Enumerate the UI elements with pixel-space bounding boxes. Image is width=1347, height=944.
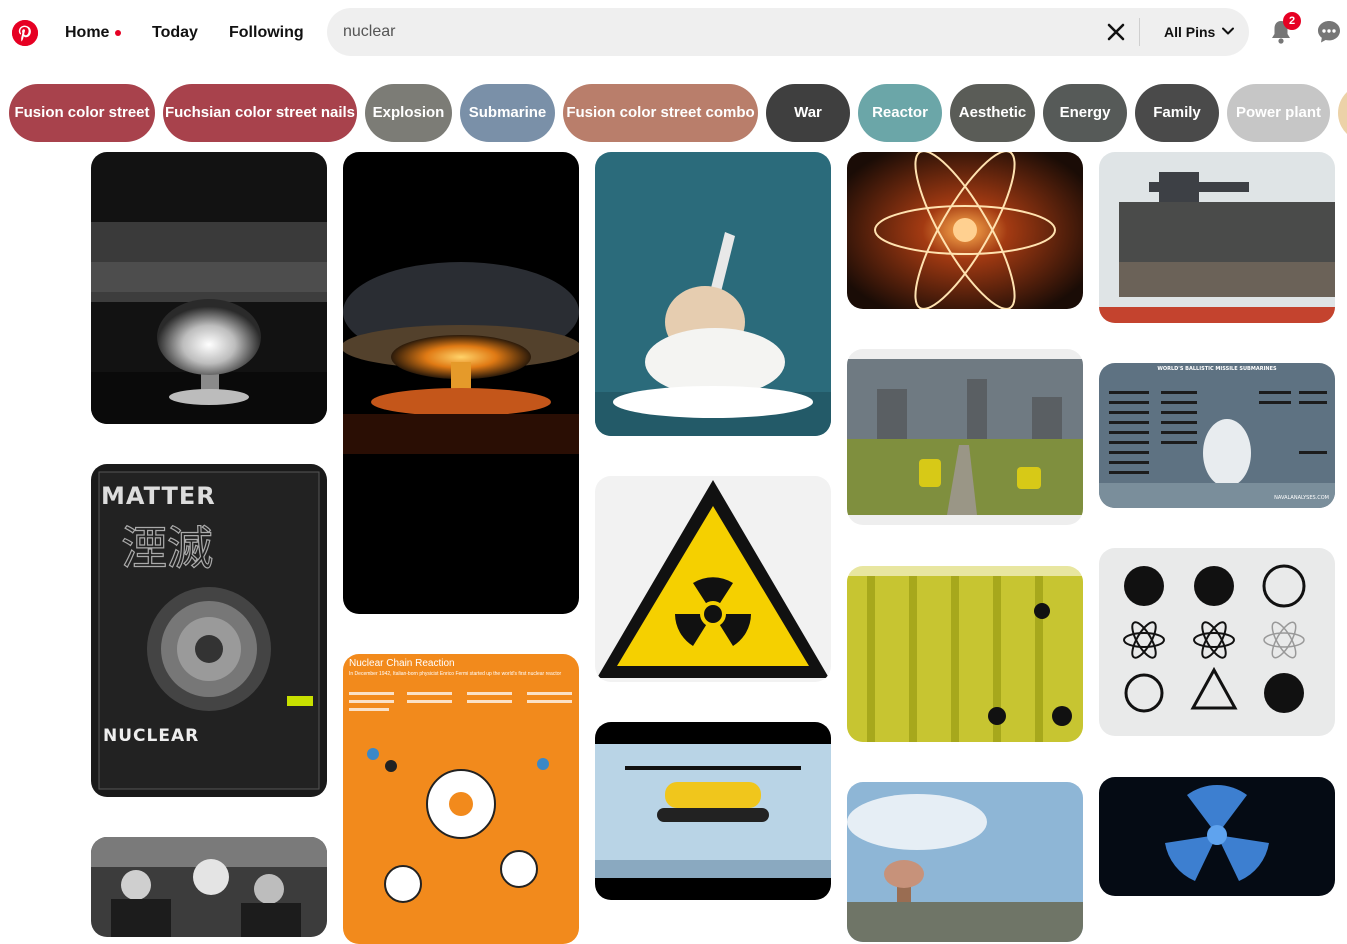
pill-aesthetic[interactable]: Aesthetic [950, 84, 1035, 142]
top-header: Home Today Following All Pins 2 [0, 0, 1347, 66]
infographic-subtitle: In December 1942, Italian-born physicist… [349, 671, 562, 677]
pill-fuchsian-color-street-nails[interactable]: Fuchsian color street nails [163, 84, 357, 142]
pin-nuclear-chain-reaction-infographic[interactable]: Nuclear Chain Reaction In December 1942,… [343, 654, 579, 944]
search-divider [1139, 18, 1140, 46]
chart-credit: NAVALANALYSES.COM [1274, 495, 1329, 501]
pinterest-logo-icon[interactable] [12, 20, 38, 46]
chevron-down-icon [1221, 24, 1235, 41]
pin-glowing-radiation-symbol[interactable] [1099, 777, 1335, 896]
chat-bubble-icon[interactable] [1314, 17, 1344, 47]
nav-today[interactable]: Today [152, 22, 198, 44]
pin-yellow-barrels[interactable] [847, 566, 1083, 742]
pin-matter-nuclear-poster[interactable]: 湮滅 MATTER NUCLEAR [91, 464, 327, 797]
pill-fusion-color-street[interactable]: Fusion color street [9, 84, 155, 142]
pill-energy[interactable]: Energy [1043, 84, 1127, 142]
pill-explosion[interactable]: Explosion [365, 84, 452, 142]
pin-submarine-drydock[interactable] [1099, 152, 1335, 323]
pin-missile-launch[interactable] [595, 152, 831, 436]
infographic-title: Nuclear Chain Reaction [349, 658, 455, 669]
notification-badge: 2 [1283, 12, 1301, 30]
close-icon[interactable] [1104, 20, 1128, 44]
pill-family[interactable]: Family [1135, 84, 1219, 142]
pin-drone-photo[interactable] [595, 722, 831, 900]
svg-text:湮滅: 湮滅 [121, 521, 213, 575]
pin-atom-orbits[interactable] [847, 152, 1083, 309]
search-bar: All Pins [327, 8, 1249, 56]
pin-nuclear-waste-barrels-field[interactable] [847, 349, 1083, 525]
pill-submarine[interactable]: Submarine [460, 84, 555, 142]
poster-footer-text: NUCLEAR [103, 726, 200, 746]
pill-reactor[interactable]: Reactor [858, 84, 942, 142]
pin-mushroom-cloud-bw[interactable] [91, 152, 327, 424]
filter-label: All Pins [1164, 24, 1216, 40]
pill-partial[interactable] [1338, 84, 1347, 142]
home-indicator-dot [115, 30, 121, 36]
all-pins-filter-dropdown[interactable]: All Pins [1164, 20, 1235, 44]
chart-title: WORLD'S BALLISTIC MISSILE SUBMARINES [1157, 366, 1277, 372]
nav-home[interactable]: Home [65, 22, 109, 44]
pin-test-cloud-landscape[interactable] [847, 782, 1083, 942]
pin-historic-photo[interactable] [91, 837, 327, 937]
pin-nuclear-symbols-set[interactable] [1099, 548, 1335, 736]
pill-power-plant[interactable]: Power plant [1227, 84, 1330, 142]
pill-fusion-color-street-combo[interactable]: Fusion color street combo [563, 84, 758, 142]
pin-orange-mushroom-cloud[interactable] [343, 152, 579, 614]
pill-war[interactable]: War [766, 84, 850, 142]
related-search-pills: Fusion color street Fuchsian color stree… [0, 84, 1347, 142]
nav-following[interactable]: Following [229, 22, 304, 44]
poster-header-text: MATTER [101, 482, 216, 510]
search-input[interactable] [343, 20, 1083, 44]
pin-ballistic-submarines-chart[interactable]: WORLD'S BALLISTIC MISSILE SUBMARINES NAV… [1099, 363, 1335, 508]
pin-radiation-warning-sign[interactable] [595, 476, 831, 682]
